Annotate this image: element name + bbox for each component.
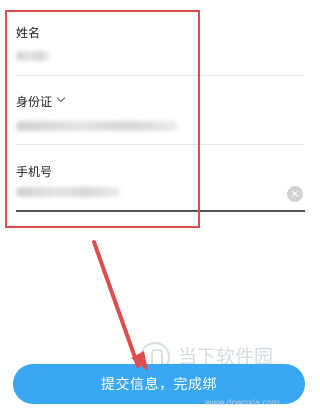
- clear-icon[interactable]: ×: [287, 186, 303, 202]
- watermark-url: www.downxia.com: [205, 398, 280, 407]
- highlight-box: [5, 10, 200, 228]
